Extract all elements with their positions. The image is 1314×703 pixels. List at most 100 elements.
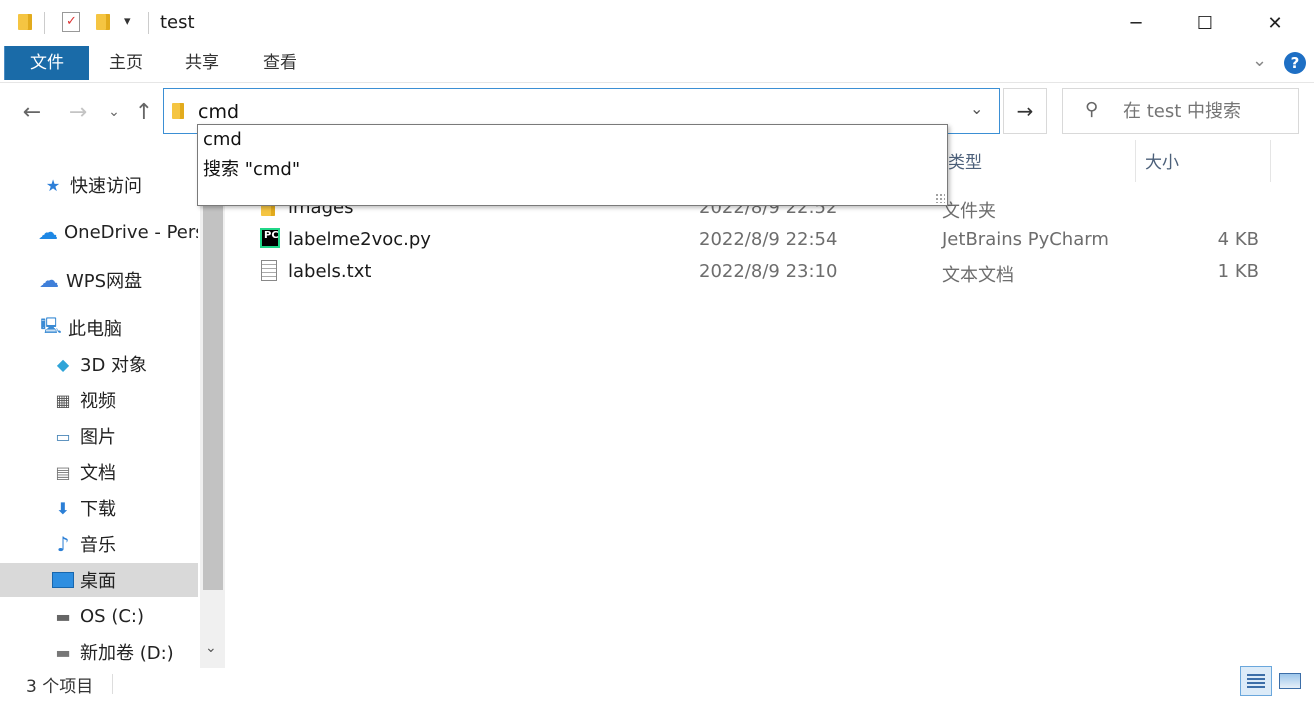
music-icon: ♪ [56,532,70,556]
sidebar-item-label: 下载 [80,499,116,520]
file-row[interactable]: PC labelme2voc.py 2022/8/9 22:54 JetBrai… [255,224,1285,256]
sidebar-item-label: 3D 对象 [80,355,148,376]
column-divider[interactable] [1135,140,1136,182]
recent-locations-button[interactable]: ⌄ [100,98,128,126]
sidebar-item-downloads[interactable]: ⬇ 下载 [0,491,198,525]
file-size: 4 KB [1217,229,1259,250]
sidebar-item-label: 音乐 [80,535,116,556]
sidebar-item-label: WPS网盘 [66,271,143,292]
close-button[interactable]: ✕ [1252,0,1298,46]
sidebar-item-label: OneDrive - Personal [64,221,198,243]
folder-icon [172,103,184,119]
text-file-icon [261,260,277,281]
help-icon[interactable]: ? [1284,52,1306,74]
file-type: 文本文档 [942,265,1014,286]
address-input[interactable] [196,98,960,126]
video-icon: ▦ [55,390,71,410]
wps-cloud-icon: ☁ [39,268,59,292]
file-type: 文件夹 [942,201,996,222]
large-icons-view-button[interactable] [1274,666,1306,696]
sidebar-item-drive-d[interactable]: ▬ 新加卷 (D:) [0,635,198,669]
file-row[interactable]: labels.txt 2022/8/9 23:10 文本文档 1 KB [255,256,1285,288]
file-name: labelme2voc.py [288,229,431,250]
separator [112,674,113,694]
minimize-button[interactable]: ─ [1113,0,1159,46]
computer-icon: 🖳 [40,315,62,335]
new-folder-icon[interactable] [96,14,110,30]
sidebar-item-videos[interactable]: ▦ 视频 [0,383,198,417]
up-button[interactable]: ↑ [130,98,158,126]
resize-grip-icon[interactable] [935,193,945,203]
suggestion-item[interactable]: cmd [203,129,242,150]
file-date: 2022/8/9 22:54 [699,229,838,250]
sidebar-item-desktop[interactable]: 桌面 [0,563,198,597]
address-autocomplete-dropdown: cmd 搜索 "cmd" [197,124,948,206]
search-icon: ⚲ [1085,99,1099,120]
properties-icon[interactable]: ✓ [62,12,80,32]
drive-c-icon: ▬ [55,606,71,626]
sidebar-item-label: 图片 [80,427,116,448]
arrow-right-icon: → [68,99,88,125]
search-box[interactable]: ⚲ [1062,88,1299,134]
sidebar-item-wps[interactable]: ☁ WPS网盘 [0,263,198,297]
3d-objects-icon: ◆ [56,354,70,374]
sidebar-item-documents[interactable]: ▤ 文档 [0,455,198,489]
folder-icon [18,14,32,30]
back-button[interactable]: ← [18,98,46,126]
navigation-pane: ★ 快速访问 ☁ OneDrive - Personal ☁ WPS网盘 🖳 此… [0,140,228,668]
sidebar-item-pictures[interactable]: ▭ 图片 [0,419,198,453]
suggestion-item[interactable]: 搜索 "cmd" [203,155,300,181]
expand-ribbon-icon[interactable]: ⌄ [1252,50,1267,71]
status-bar: 3 个项目 [0,668,1314,703]
download-icon: ⬇ [56,498,70,518]
details-view-icon [1247,674,1265,688]
file-name: labels.txt [288,261,372,282]
sidebar-item-drive-c[interactable]: ▬ OS (C:) [0,599,198,633]
onedrive-cloud-icon: ☁ [38,220,58,244]
go-button[interactable]: → [1003,88,1047,134]
customize-quick-access-icon[interactable]: ▾ [124,14,131,29]
separator [148,12,149,34]
pictures-icon: ▭ [55,426,71,446]
scroll-down-icon[interactable]: ⌄ [205,640,217,656]
search-input[interactable] [1121,100,1295,123]
window-title: test [160,12,195,33]
sidebar-item-label: 快速访问 [70,176,142,197]
column-header-type[interactable]: 类型 [948,148,982,178]
tab-home[interactable]: 主页 [96,46,156,80]
title-bar: ✓ ▾ test ─ ☐ ✕ [0,0,1314,46]
sidebar-item-music[interactable]: ♪ 音乐 [0,527,198,561]
sidebar-item-this-pc[interactable]: 🖳 此电脑 [0,311,198,345]
address-history-chevron-icon[interactable]: ⌄ [970,99,983,118]
large-icons-view-icon [1279,673,1301,689]
tab-view[interactable]: 查看 [250,46,310,80]
desktop-icon [52,570,74,590]
forward-button[interactable]: → [64,98,92,126]
file-size: 1 KB [1217,261,1259,282]
documents-icon: ▤ [55,462,71,482]
sidebar-item-label: 文档 [80,463,116,484]
sidebar-scroll-thumb[interactable] [203,200,223,590]
sidebar-item-onedrive[interactable]: ☁ OneDrive - Personal [0,215,198,249]
item-count: 3 个项目 [26,677,94,697]
pycharm-file-icon: PC [260,228,280,248]
star-icon: ★ [45,175,61,195]
arrow-up-icon: ↑ [134,99,154,125]
tab-share[interactable]: 共享 [172,46,232,80]
sidebar-item-label: 新加卷 (D:) [80,643,174,664]
column-header-size[interactable]: 大小 [1145,148,1179,178]
arrow-right-icon: → [1016,99,1034,123]
maximize-button[interactable]: ☐ [1182,0,1228,46]
sidebar-item-label: 桌面 [80,571,116,592]
chevron-down-icon: ⌄ [108,104,120,120]
arrow-left-icon: ← [22,99,42,125]
details-view-button[interactable] [1240,666,1272,696]
sidebar-item-quick-access[interactable]: ★ 快速访问 [0,168,198,202]
column-divider[interactable] [1270,140,1271,182]
ribbon-tabs: 文件 主页 共享 查看 ⌄ ? [0,46,1314,83]
tab-file[interactable]: 文件 [4,46,89,80]
drive-d-icon: ▬ [55,642,71,662]
sidebar-item-label: 此电脑 [68,319,122,340]
sidebar-item-label: 视频 [80,391,116,412]
sidebar-item-3d-objects[interactable]: ◆ 3D 对象 [0,347,198,381]
